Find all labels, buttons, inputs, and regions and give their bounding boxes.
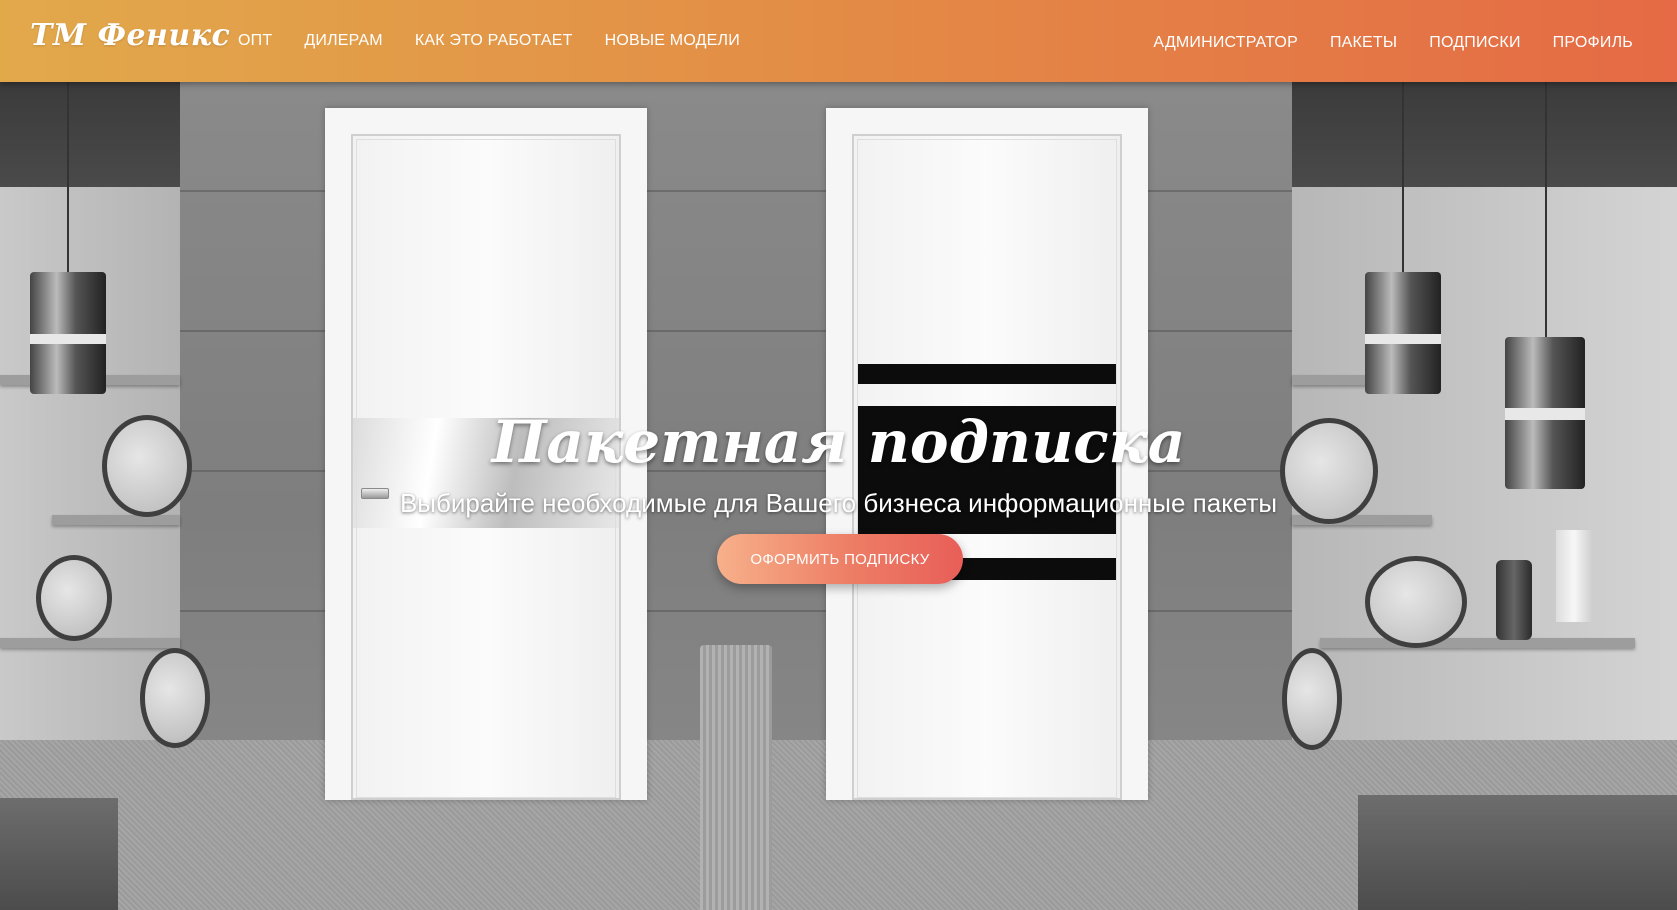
- nav-item-administrator[interactable]: АДМИНИСТРАТОР: [1153, 34, 1298, 52]
- nav-left-menu: ОПТ ДИЛЕРАМ КАК ЭТО РАБОТАЕТ НОВЫЕ МОДЕЛ…: [238, 32, 772, 50]
- decor-round-box: [140, 648, 210, 748]
- lamp-band: [1365, 334, 1441, 344]
- low-table-chess: [1358, 795, 1677, 910]
- nav-item-packages[interactable]: ПАКЕТЫ: [1330, 34, 1397, 52]
- pendant-lamp: [1365, 272, 1441, 394]
- top-navbar: ТМ Феникс ОПТ ДИЛЕРАМ КАК ЭТО РАБОТАЕТ Н…: [0, 0, 1677, 82]
- hero-subtitle: Выбирайте необходимые для Вашего бизнеса…: [399, 488, 1278, 518]
- dark-vase: [1496, 560, 1532, 640]
- lamp-cord: [67, 82, 69, 272]
- lamp-band: [30, 334, 106, 344]
- nav-item-opt[interactable]: ОПТ: [238, 32, 272, 50]
- lamp-cord: [1545, 82, 1547, 337]
- decor-round-box: [1365, 556, 1467, 648]
- decor-round-box: [36, 555, 112, 641]
- brand-logo[interactable]: ТМ Феникс: [30, 18, 230, 53]
- subscribe-button[interactable]: ОФОРМИТЬ ПОДПИСКУ: [717, 534, 963, 584]
- door-black-insert: [858, 364, 1116, 384]
- white-vase: [1556, 530, 1592, 622]
- nav-item-new-models[interactable]: НОВЫЕ МОДЕЛИ: [605, 32, 740, 50]
- shelf: [1320, 638, 1635, 648]
- stool: [700, 645, 772, 910]
- nav-right-menu: АДМИНИСТРАТОР ПАКЕТЫ ПОДПИСКИ ПРОФИЛЬ: [1121, 34, 1633, 52]
- hero-title: Пакетная подписка: [491, 408, 1186, 476]
- page: ТМ Феникс ОПТ ДИЛЕРАМ КАК ЭТО РАБОТАЕТ Н…: [0, 0, 1677, 910]
- decor-round-box: [1282, 648, 1342, 750]
- nav-item-subscriptions[interactable]: ПОДПИСКИ: [1429, 34, 1520, 52]
- shelf: [0, 638, 180, 648]
- nav-item-profile[interactable]: ПРОФИЛЬ: [1553, 34, 1633, 52]
- nav-item-how-it-works[interactable]: КАК ЭТО РАБОТАЕТ: [415, 32, 573, 50]
- lamp-cord: [1402, 82, 1404, 272]
- nav-item-dealers[interactable]: ДИЛЕРАМ: [304, 32, 383, 50]
- pendant-lamp: [30, 272, 106, 394]
- low-table: [0, 798, 118, 910]
